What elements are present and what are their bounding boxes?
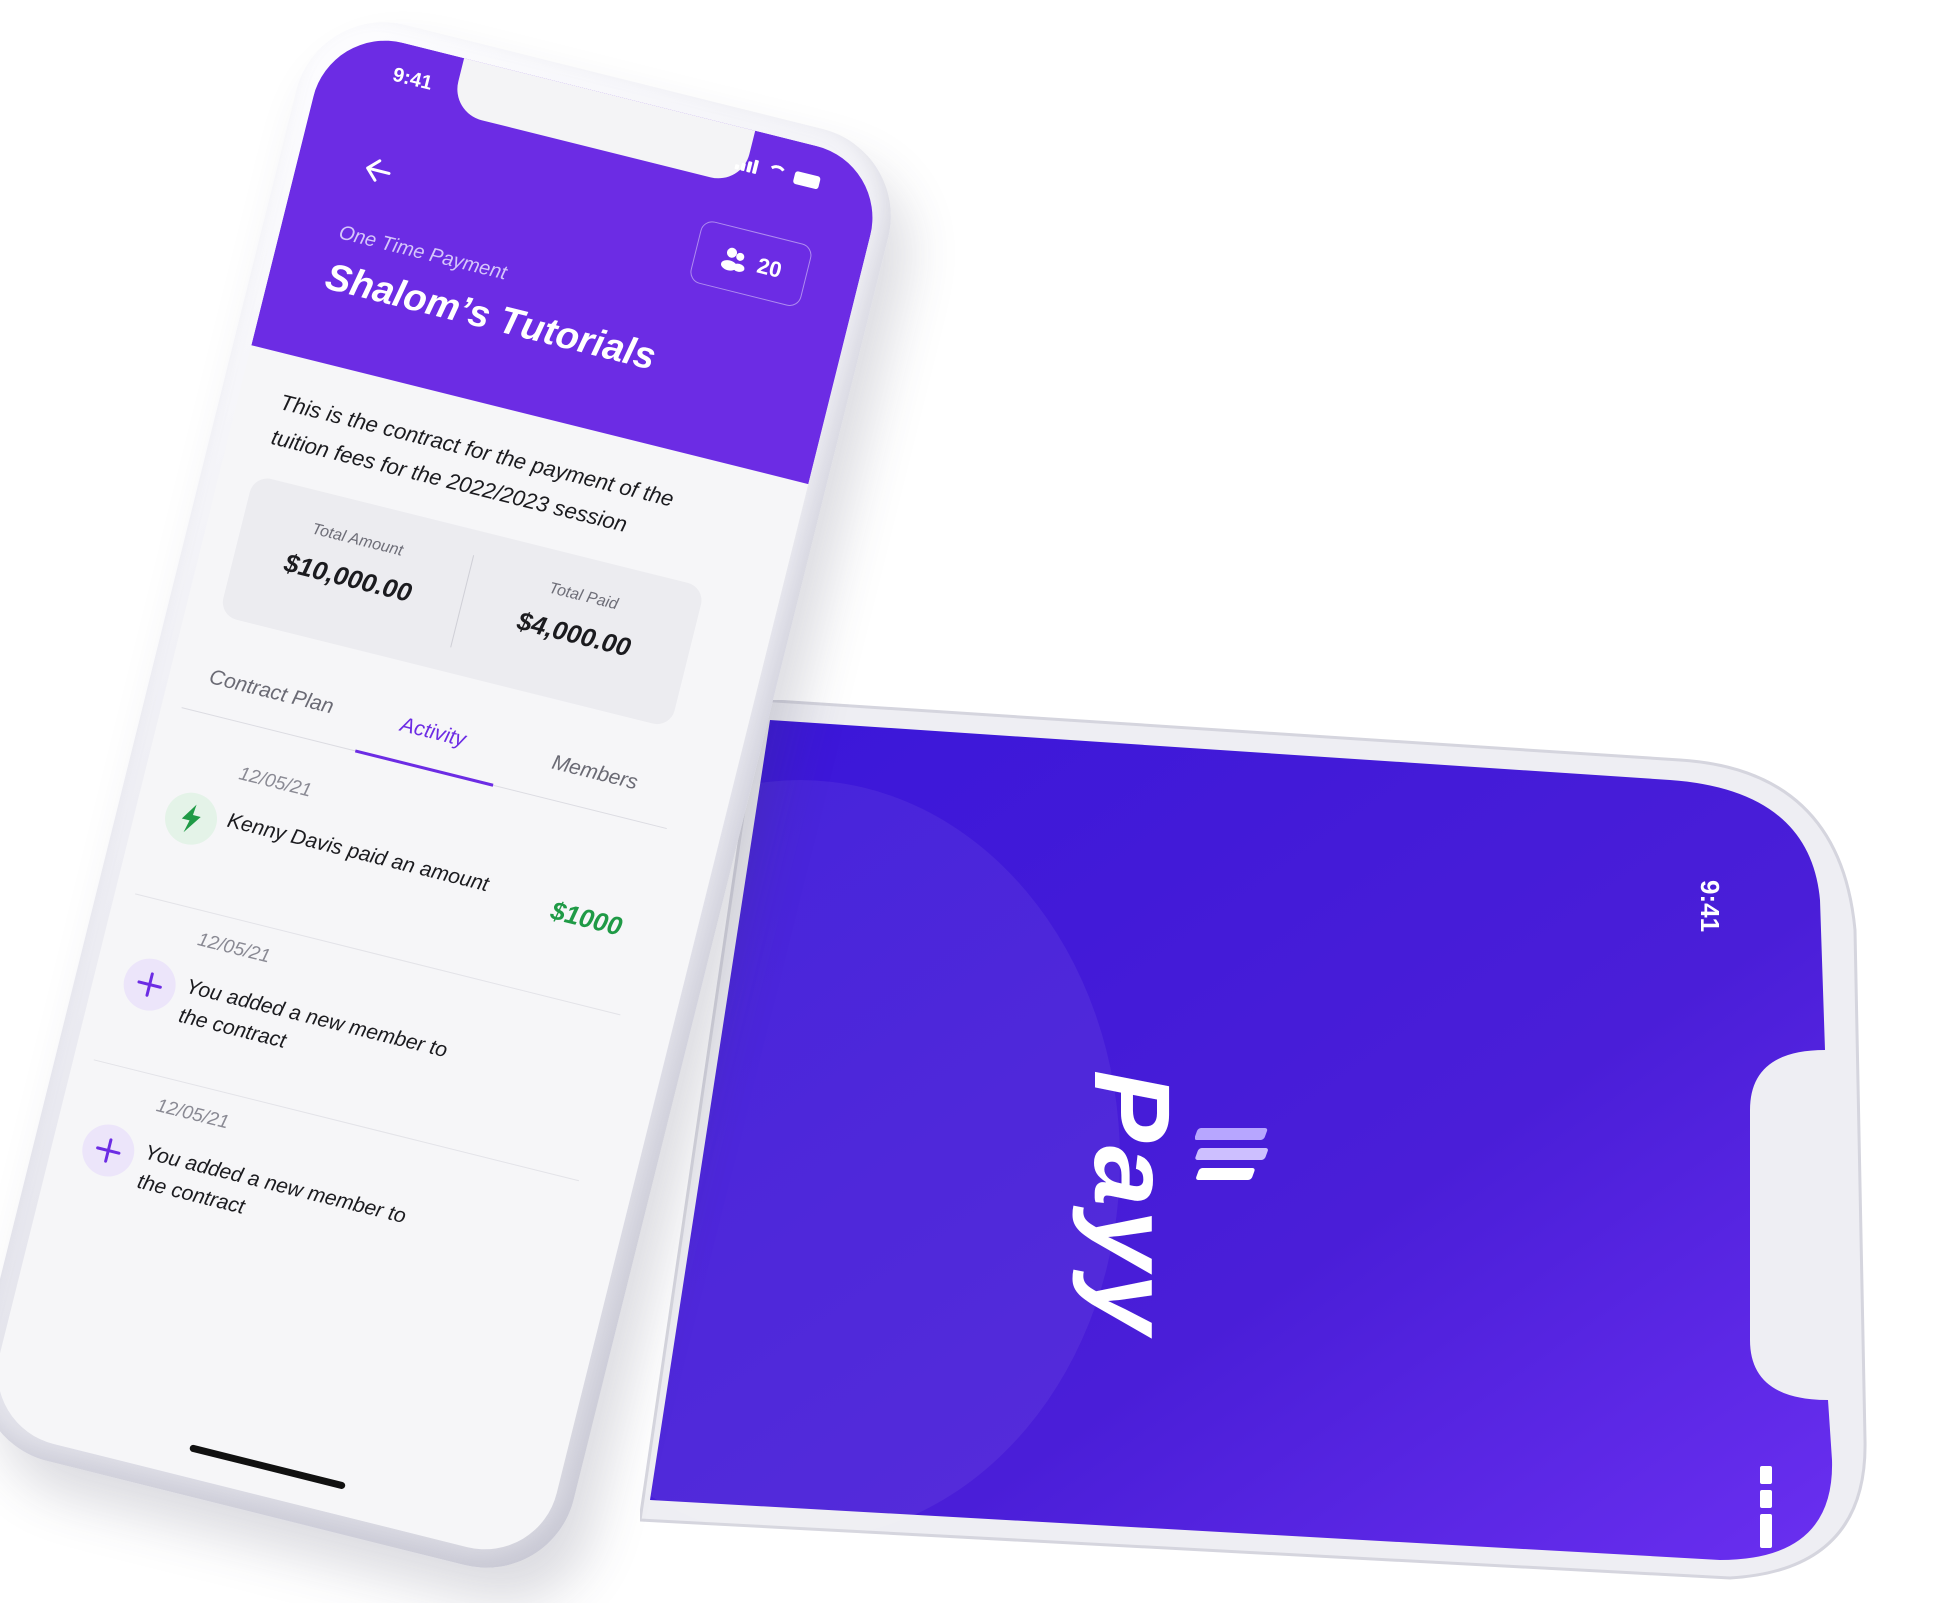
members-count: 20	[754, 252, 785, 283]
arrow-left-icon	[366, 159, 391, 182]
total-amount: Total Amount $10,000.00	[219, 475, 479, 672]
wifi-icon	[765, 162, 789, 182]
members-count-button[interactable]: 20	[687, 218, 814, 309]
tab-contract-plan[interactable]: Contract Plan	[182, 651, 358, 748]
payy-logo: Payy	[1072, 990, 1305, 1338]
plus-icon	[118, 953, 182, 1017]
payy-wordmark: Payy	[1072, 1070, 1193, 1339]
tab-activity[interactable]: Activity	[343, 691, 519, 788]
payy-logo-icon	[1195, 1128, 1268, 1180]
plus-icon	[76, 1119, 140, 1183]
activity-list: 12/05/21 Kenny Davis paid an amount $100…	[53, 728, 662, 1346]
tab-members[interactable]: Members	[505, 731, 681, 828]
activity-text: You added a new member to the contract	[176, 974, 450, 1063]
back-status-icons	[1760, 1460, 1782, 1580]
back-phone: 9:41 Payy	[640, 700, 1870, 1580]
lightning-icon	[159, 787, 223, 851]
signal-icon	[1760, 1466, 1772, 1484]
battery-icon	[792, 170, 821, 190]
status-icons	[734, 151, 822, 190]
home-indicator[interactable]	[188, 1444, 346, 1490]
activity-text: You added a new member to the contract	[134, 1140, 409, 1229]
wifi-icon	[1760, 1490, 1772, 1508]
activity-date: 12/05/21	[236, 763, 314, 802]
battery-icon	[1760, 1514, 1772, 1548]
back-button[interactable]	[355, 147, 403, 195]
status-time: 9:41	[390, 63, 435, 95]
activity-date: 12/05/21	[195, 929, 273, 968]
back-status-time: 9:41	[1695, 880, 1725, 933]
activity-text: Kenny Davis paid an amount	[224, 808, 492, 897]
users-icon	[720, 247, 745, 272]
activity-date: 12/05/21	[154, 1095, 231, 1134]
activity-amount: $1000	[547, 895, 626, 942]
total-paid: Total Paid $4,000.00	[450, 555, 700, 704]
